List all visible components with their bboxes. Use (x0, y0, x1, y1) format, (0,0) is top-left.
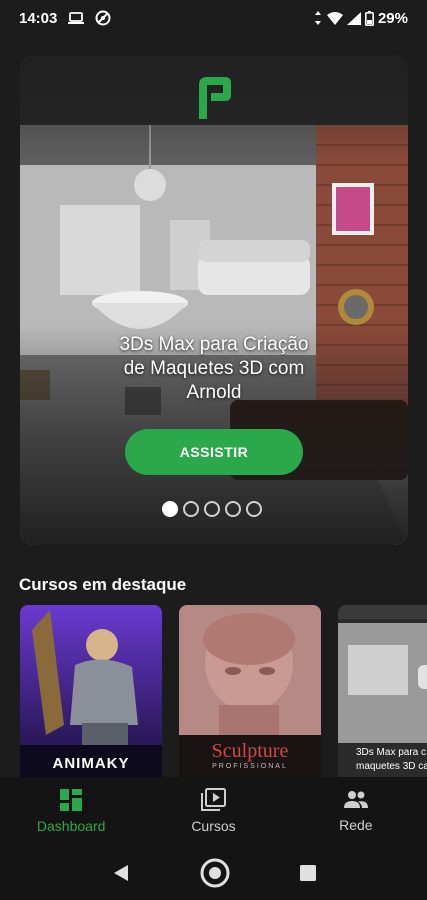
hero-title-line-1: 3Ds Max para Criação (119, 334, 309, 355)
course-subtitle: maquetes 3D ca (356, 761, 427, 772)
hero-banner[interactable]: 3Ds Max para Criação de Maquetes 3D com … (20, 55, 408, 545)
signal-icon (346, 11, 361, 25)
recents-icon[interactable] (299, 864, 317, 882)
nav-item-cursos[interactable]: Cursos (142, 777, 284, 845)
nav-item-dashboard[interactable]: Dashboard (0, 777, 142, 845)
hero-title-line-2: de Maquetes 3D com (123, 358, 305, 379)
status-bar: 14:03 29% (0, 0, 427, 36)
course-subtitle: PROFISSIONAL (212, 763, 288, 770)
system-navigation-bar (0, 845, 427, 900)
carousel-dot[interactable] (183, 501, 199, 517)
back-icon[interactable] (111, 863, 131, 883)
play-library-icon (201, 788, 227, 811)
wifi-icon (326, 11, 343, 25)
status-time: 14:03 (19, 9, 58, 27)
people-icon (343, 791, 368, 808)
nav-item-rede[interactable]: Rede (285, 777, 427, 845)
home-icon[interactable] (199, 857, 231, 889)
vibrate-icon (313, 11, 323, 25)
bottom-navigation: Dashboard Cursos Rede (0, 777, 427, 845)
course-card[interactable]: Sculpture PROFISSIONAL (179, 605, 321, 777)
carousel-dot[interactable] (225, 501, 241, 517)
battery-level: 29% (377, 9, 408, 27)
nav-label: Cursos (191, 818, 236, 834)
hero-title-line-3: Arnold (186, 382, 242, 403)
carousel-dot[interactable] (162, 501, 178, 517)
dashboard-icon (60, 789, 83, 811)
nav-label: Dashboard (36, 818, 106, 834)
course-card[interactable]: ANIMAKY (20, 605, 162, 777)
carousel-indicator (162, 501, 262, 517)
brand-f-logo (199, 77, 231, 119)
hero-title: 3Ds Max para Criação de Maquetes 3D com … (80, 333, 348, 405)
course-title: Sculpture (211, 740, 289, 762)
watch-button[interactable]: ASSISTIR (125, 429, 303, 475)
course-title: ANIMAKY (52, 755, 130, 772)
blocked-icon (95, 10, 111, 26)
nav-label: Rede (339, 817, 373, 833)
featured-courses-title: Cursos em destaque (19, 575, 187, 594)
carousel-dot[interactable] (246, 501, 262, 517)
course-title: 3Ds Max para c (356, 747, 427, 758)
battery-icon (364, 10, 374, 26)
course-card[interactable]: 3Ds Max para c maquetes 3D ca (338, 605, 427, 777)
course-thumbnail (20, 605, 162, 777)
featured-courses-carousel[interactable]: ANIMAKY Sculpture PROFISSIONAL 3Ds Max p… (20, 605, 427, 777)
carousel-dot[interactable] (204, 501, 220, 517)
laptop-icon (67, 11, 85, 25)
